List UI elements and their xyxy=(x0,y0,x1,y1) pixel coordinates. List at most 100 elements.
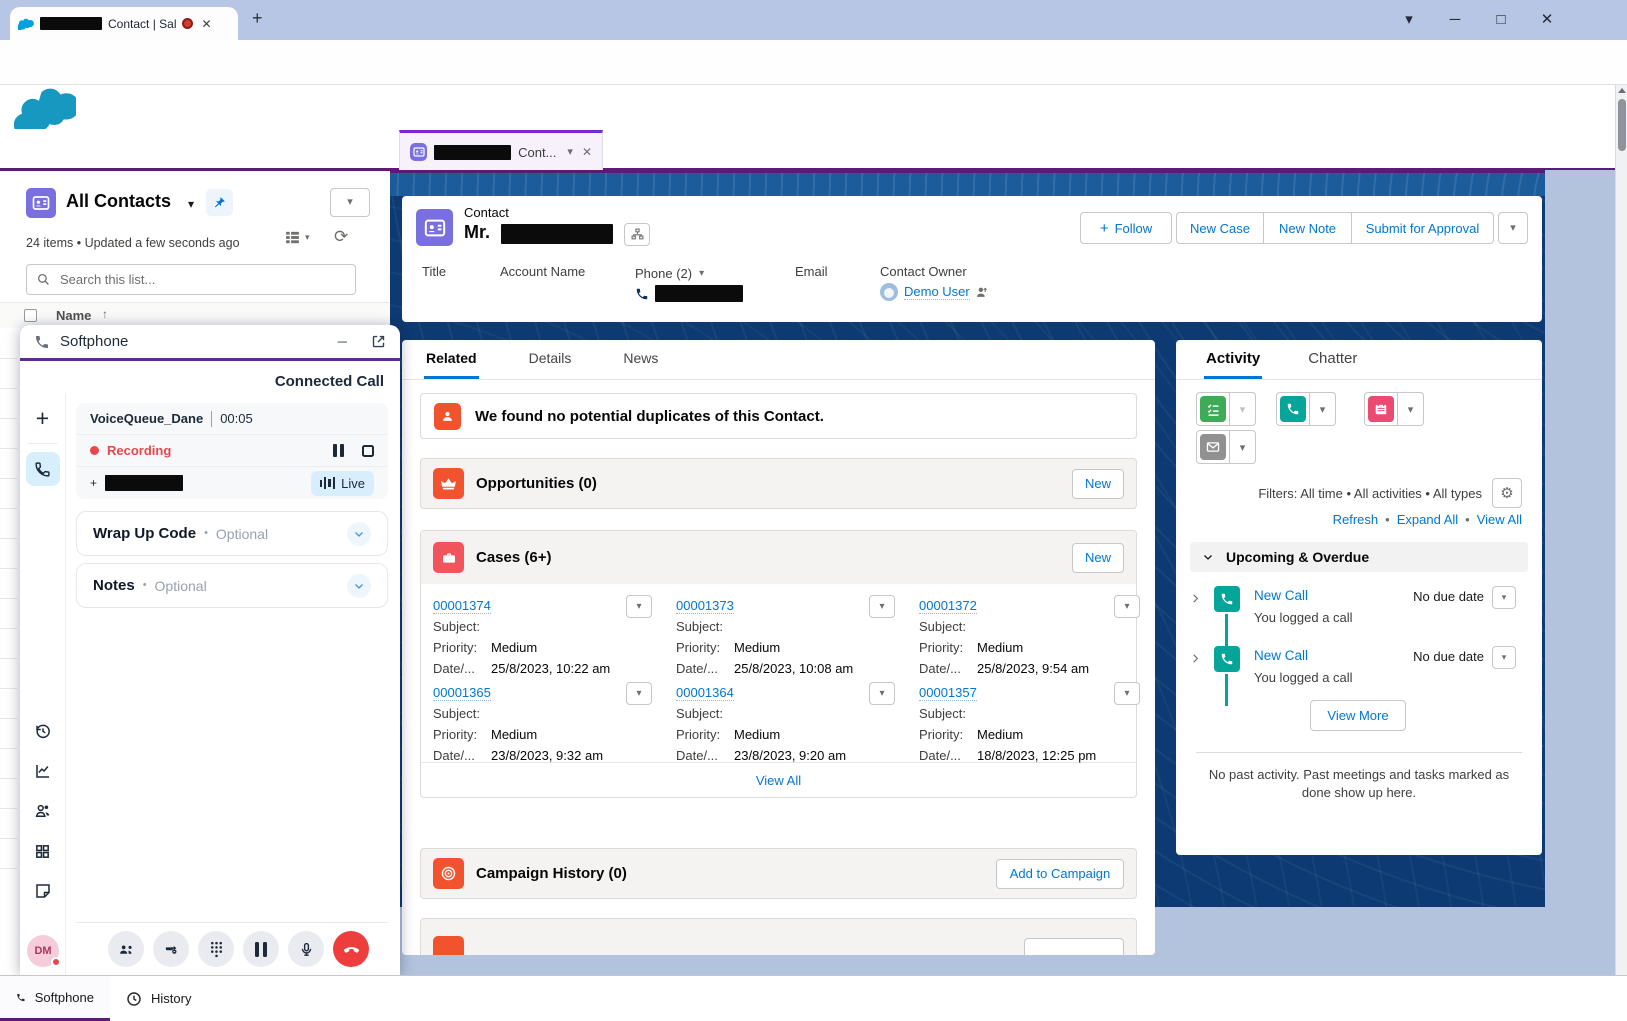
upcoming-overdue-header[interactable]: Upcoming & Overdue xyxy=(1190,542,1528,572)
expand-chevron-icon[interactable] xyxy=(1190,593,1201,604)
case-row-actions[interactable]: ▾ xyxy=(626,595,652,618)
case-row-actions[interactable]: ▾ xyxy=(869,682,895,705)
window-minimize-button[interactable]: ─ xyxy=(1438,6,1472,32)
hold-call-button[interactable] xyxy=(243,931,279,967)
new-event-button[interactable] xyxy=(1364,392,1398,426)
call-history-icon[interactable] xyxy=(26,714,60,748)
display-as-icon[interactable] xyxy=(284,229,301,246)
window-close-button[interactable]: ✕ xyxy=(1530,6,1564,32)
org-hierarchy-button[interactable] xyxy=(624,223,650,246)
case-row-actions[interactable]: ▾ xyxy=(869,595,895,618)
transfer-call-button[interactable] xyxy=(153,931,189,967)
new-note-button[interactable]: New Note xyxy=(1264,212,1352,244)
select-all-checkbox[interactable] xyxy=(24,309,37,322)
timeline-item-title[interactable]: New Call xyxy=(1254,648,1308,663)
end-call-button[interactable] xyxy=(333,931,369,967)
notes-pad-icon[interactable] xyxy=(26,874,60,908)
softphone-popout-icon[interactable] xyxy=(371,334,386,349)
display-as-dropdown-icon[interactable]: ▾ xyxy=(305,233,310,242)
more-actions-dropdown[interactable]: ▾ xyxy=(1498,212,1528,244)
case-number-link[interactable]: 00001357 xyxy=(919,685,977,701)
timeline-item-title[interactable]: New Call xyxy=(1254,588,1308,603)
timeline-item-actions[interactable]: ▾ xyxy=(1492,586,1516,609)
conference-button[interactable] xyxy=(108,931,144,967)
utility-history-tab[interactable]: History xyxy=(110,976,230,1021)
window-maximize-button[interactable]: □ xyxy=(1484,6,1518,32)
tab-activity[interactable]: Activity xyxy=(1204,340,1262,379)
new-task-button[interactable] xyxy=(1196,392,1230,426)
cases-card-header[interactable]: Cases (6+) New xyxy=(421,531,1136,584)
new-call-plus-icon[interactable]: + xyxy=(26,401,60,435)
cases-view-all-link[interactable]: View All xyxy=(756,773,801,788)
utility-softphone-tab[interactable]: Softphone xyxy=(0,976,110,1021)
contacts-icon[interactable] xyxy=(26,794,60,828)
list-view-title[interactable]: All Contacts xyxy=(66,191,171,212)
case-number-link[interactable]: 00001374 xyxy=(433,598,491,614)
active-call-tab-icon[interactable] xyxy=(26,452,60,486)
list-search-box[interactable] xyxy=(26,264,356,295)
case-row-actions[interactable]: ▾ xyxy=(626,682,652,705)
phone-dropdown-icon[interactable]: ▾ xyxy=(699,269,704,279)
follow-button[interactable]: +Follow xyxy=(1080,212,1172,244)
list-search-input[interactable] xyxy=(58,271,345,288)
wrapup-code-section[interactable]: Wrap Up Code • Optional xyxy=(76,511,388,556)
window-menu-icon[interactable]: ▾ xyxy=(1392,6,1426,32)
mute-microphone-button[interactable] xyxy=(288,931,324,967)
case-number-link[interactable]: 00001373 xyxy=(676,598,734,614)
submit-for-approval-button[interactable]: Submit for Approval xyxy=(1352,212,1494,244)
case-number-link[interactable]: 00001372 xyxy=(919,598,977,614)
browser-tab[interactable]: Contact | Sal ✕ xyxy=(10,7,238,40)
pin-list-button[interactable] xyxy=(206,189,233,216)
add-to-campaign-button[interactable]: Add to Campaign xyxy=(996,859,1124,889)
case-row-actions[interactable]: ▾ xyxy=(1114,682,1140,705)
campaign-history-card[interactable]: Campaign History (0) Add to Campaign xyxy=(420,848,1137,899)
list-controls-dropdown[interactable]: ▾ xyxy=(330,188,370,217)
tab-close-icon[interactable]: ✕ xyxy=(201,18,211,30)
email-dropdown[interactable]: ▾ xyxy=(1230,430,1256,464)
scrollbar-thumb[interactable] xyxy=(1618,99,1626,151)
owner-name-link[interactable]: Demo User xyxy=(904,284,970,300)
apps-grid-icon[interactable] xyxy=(26,834,60,868)
expand-all-link[interactable]: Expand All xyxy=(1397,512,1458,527)
wrapup-expand-icon[interactable] xyxy=(347,522,371,546)
dialpad-button[interactable] xyxy=(198,931,234,967)
view-all-link[interactable]: View All xyxy=(1477,512,1522,527)
softphone-minimize-icon[interactable]: ─ xyxy=(338,335,347,348)
agent-avatar[interactable]: DM xyxy=(27,935,59,967)
new-task-dropdown[interactable]: ▾ xyxy=(1230,392,1256,426)
subtab-close-icon[interactable]: ✕ xyxy=(582,146,592,158)
tab-chatter[interactable]: Chatter xyxy=(1306,340,1359,379)
new-event-dropdown[interactable]: ▾ xyxy=(1398,392,1424,426)
notes-section[interactable]: Notes • Optional xyxy=(76,563,388,608)
case-number-link[interactable]: 00001365 xyxy=(433,685,491,701)
log-call-dropdown[interactable]: ▾ xyxy=(1310,392,1336,426)
tab-details[interactable]: Details xyxy=(527,340,574,379)
partial-card-button[interactable] xyxy=(1024,938,1124,955)
expand-chevron-icon[interactable] xyxy=(1190,653,1201,664)
activity-filter-settings-button[interactable]: ⚙ xyxy=(1492,478,1522,508)
log-call-button[interactable] xyxy=(1276,392,1310,426)
change-owner-icon[interactable] xyxy=(976,286,989,299)
opportunities-new-button[interactable]: New xyxy=(1072,469,1124,499)
live-badge[interactable]: Live xyxy=(311,471,374,496)
view-more-button[interactable]: View More xyxy=(1310,700,1406,731)
pause-recording-button[interactable] xyxy=(333,444,344,457)
refresh-link[interactable]: Refresh xyxy=(1333,512,1379,527)
tab-news[interactable]: News xyxy=(621,340,660,379)
nav-subtab-contact-record[interactable]: Cont... ▾ ✕ xyxy=(399,130,603,171)
subtab-dropdown-icon[interactable]: ▾ xyxy=(567,147,573,158)
stats-chart-icon[interactable] xyxy=(26,754,60,788)
stop-recording-button[interactable] xyxy=(362,445,374,457)
case-row-actions[interactable]: ▾ xyxy=(1114,595,1140,618)
new-case-button[interactable]: New Case xyxy=(1176,212,1264,244)
tab-related[interactable]: Related xyxy=(424,340,479,379)
timeline-item-actions[interactable]: ▾ xyxy=(1492,646,1516,669)
case-number-link[interactable]: 00001364 xyxy=(676,685,734,701)
name-column-header[interactable]: Name xyxy=(56,308,91,323)
new-tab-button[interactable]: + xyxy=(252,9,263,27)
page-scrollbar[interactable] xyxy=(1615,85,1627,1021)
opportunities-card[interactable]: Opportunities (0) New xyxy=(420,458,1137,509)
email-button[interactable] xyxy=(1196,430,1230,464)
list-refresh-icon[interactable]: ⟳ xyxy=(334,228,348,245)
cases-new-button[interactable]: New xyxy=(1072,543,1124,573)
